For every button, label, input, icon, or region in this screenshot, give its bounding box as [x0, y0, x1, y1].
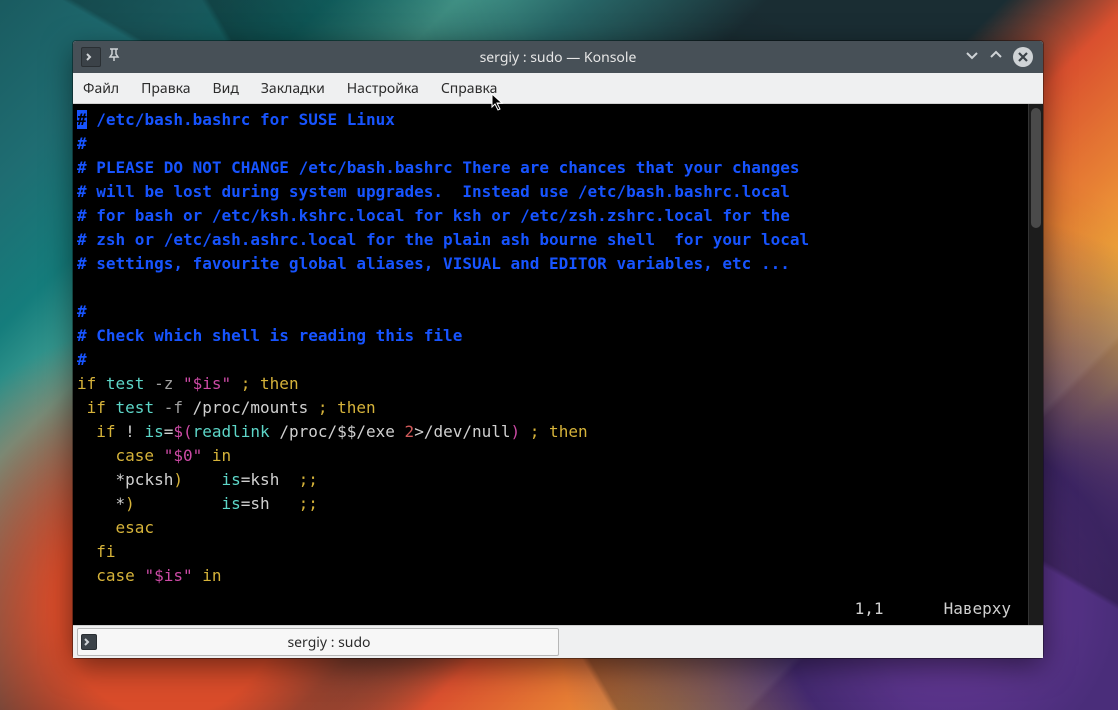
comment-hash: # — [77, 350, 87, 369]
path-mounts: /proc/mounts — [193, 398, 309, 417]
pin-icon[interactable] — [107, 48, 121, 67]
kw-fi: fi — [96, 542, 115, 561]
comment-line: PLEASE DO NOT CHANGE /etc/bash.bashrc Th… — [87, 158, 800, 177]
op-z: -z — [154, 374, 183, 393]
kw-case: case — [116, 446, 155, 465]
tab-terminal-icon — [78, 634, 100, 650]
kw-if: if — [77, 374, 96, 393]
cursor-hash: # — [77, 110, 87, 129]
comment-hash: # — [77, 302, 87, 321]
op-f: -f — [164, 398, 193, 417]
close-paren: ) — [511, 422, 521, 441]
cursor-position: 1,1 — [855, 597, 884, 621]
comment-line: will be lost during system upgrades. Ins… — [87, 182, 790, 201]
terminal-tab[interactable]: sergiy : sudo — [77, 628, 559, 656]
kw-case: case — [96, 566, 135, 585]
pat-pcksh: pcksh — [125, 470, 173, 489]
str-is: "$is" — [183, 374, 231, 393]
kw-then: ; then — [520, 422, 587, 441]
op-bang: ! — [125, 422, 144, 441]
comment-line: /etc/bash.bashrc for SUSE Linux — [87, 110, 395, 129]
comment-line: for bash or /etc/ksh.kshrc.local for ksh… — [87, 206, 790, 225]
str-zero: "$0" — [164, 446, 203, 465]
str-is: "$is" — [144, 566, 192, 585]
cmd-readlink: readlink — [193, 422, 280, 441]
comment-hash: # — [77, 254, 87, 273]
menu-settings[interactable]: Настройка — [347, 79, 419, 98]
kw-test: test — [106, 398, 164, 417]
comment-hash: # — [77, 326, 87, 345]
comment-hash: # — [77, 182, 87, 201]
comment-line: zsh or /etc/ash.ashrc.local for the plai… — [87, 230, 809, 249]
fd-two: 2 — [405, 422, 415, 441]
comment-hash: # — [77, 206, 87, 225]
var-is: is — [222, 494, 241, 513]
menu-help[interactable]: Справка — [441, 79, 498, 98]
konsole-window: sergiy : sudo — Konsole Файл Правка Вид … — [73, 41, 1043, 658]
scrollbar-thumb[interactable] — [1031, 108, 1041, 228]
scrollbar[interactable] — [1028, 104, 1043, 625]
menu-edit[interactable]: Правка — [141, 79, 190, 98]
menu-bookmarks[interactable]: Закладки — [261, 79, 325, 98]
dollar-open: $( — [173, 422, 192, 441]
titlebar[interactable]: sergiy : sudo — Konsole — [73, 41, 1043, 73]
comment-line: settings, favourite global aliases, VISU… — [87, 254, 790, 273]
comment-line: Check which shell is reading this file — [87, 326, 463, 345]
val-sh: sh — [250, 494, 298, 513]
menu-view[interactable]: Вид — [213, 79, 239, 98]
menu-file[interactable]: Файл — [83, 79, 119, 98]
kw-esac: esac — [116, 518, 155, 537]
kw-in: in — [202, 446, 231, 465]
comment-hash: # — [77, 134, 87, 153]
paren: ) — [173, 470, 183, 489]
kw-then: ; then — [231, 374, 298, 393]
var-is: is — [144, 422, 163, 441]
tab-bar: sergiy : sudo — [73, 625, 1043, 658]
scroll-indicator: Наверху — [944, 597, 1011, 621]
menubar: Файл Правка Вид Закладки Настройка Справ… — [73, 73, 1043, 104]
kw-in: in — [193, 566, 222, 585]
comment-hash: # — [77, 158, 87, 177]
dsemi: ;; — [299, 470, 318, 489]
comment-hash: # — [77, 230, 87, 249]
tab-label: sergiy : sudo — [100, 633, 558, 652]
kw-if: if — [96, 422, 115, 441]
paren: ) — [125, 494, 135, 513]
minimize-button[interactable] — [965, 48, 979, 67]
redir-null: >/dev/null — [414, 422, 510, 441]
val-ksh: ksh — [250, 470, 298, 489]
kw-if: if — [87, 398, 106, 417]
maximize-button[interactable] — [989, 48, 1003, 67]
window-title: sergiy : sudo — Konsole — [73, 48, 1043, 67]
close-button[interactable] — [1013, 47, 1033, 67]
var-is: is — [222, 470, 241, 489]
vim-statusline: 1,1 Наверху — [73, 597, 1029, 621]
kw-then: ; then — [308, 398, 375, 417]
desktop-background: sergiy : sudo — Konsole Файл Правка Вид … — [0, 0, 1118, 710]
dsemi: ;; — [299, 494, 318, 513]
terminal-content[interactable]: # /etc/bash.bashrc for SUSE Linux # # PL… — [73, 104, 1028, 625]
terminal-area[interactable]: # /etc/bash.bashrc for SUSE Linux # # PL… — [73, 104, 1043, 625]
kw-test: test — [96, 374, 154, 393]
path-exe: /proc/$$/exe — [279, 422, 404, 441]
terminal-app-icon — [81, 47, 101, 67]
